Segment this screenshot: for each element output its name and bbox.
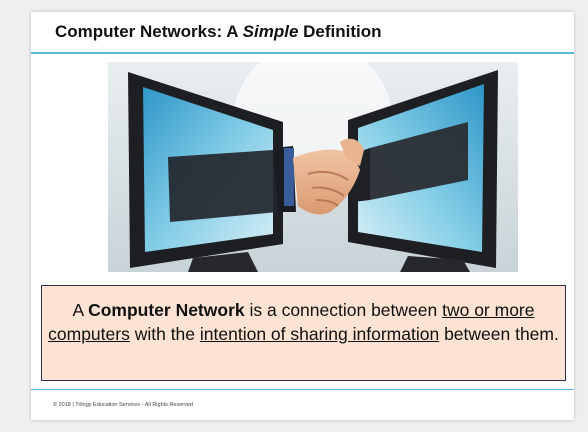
footer-divider (31, 389, 574, 390)
title-emphasis: Simple (242, 22, 299, 41)
callout-text-3: with the (129, 324, 200, 344)
handshake-monitors-image (108, 62, 518, 272)
title-part-2: Definition (298, 22, 382, 41)
definition-callout: A Computer Network is a connection betwe… (41, 285, 566, 381)
title-divider (31, 52, 574, 54)
callout-underlined-2: intention of sharing information (199, 324, 440, 344)
callout-text-2: is a connection between (244, 300, 443, 320)
callout-term: Computer Network (88, 300, 245, 320)
title-part-1: Computer Networks: A (55, 22, 243, 41)
footer-copyright: © 2018 | Trilogy Education Services - Al… (53, 402, 193, 408)
slide: Computer Networks: A Simple Definition A… (31, 12, 574, 420)
callout-text-1: A (72, 300, 89, 320)
slide-title: Computer Networks: A Simple Definition (55, 22, 382, 42)
callout-text-4: between them. (439, 324, 559, 344)
